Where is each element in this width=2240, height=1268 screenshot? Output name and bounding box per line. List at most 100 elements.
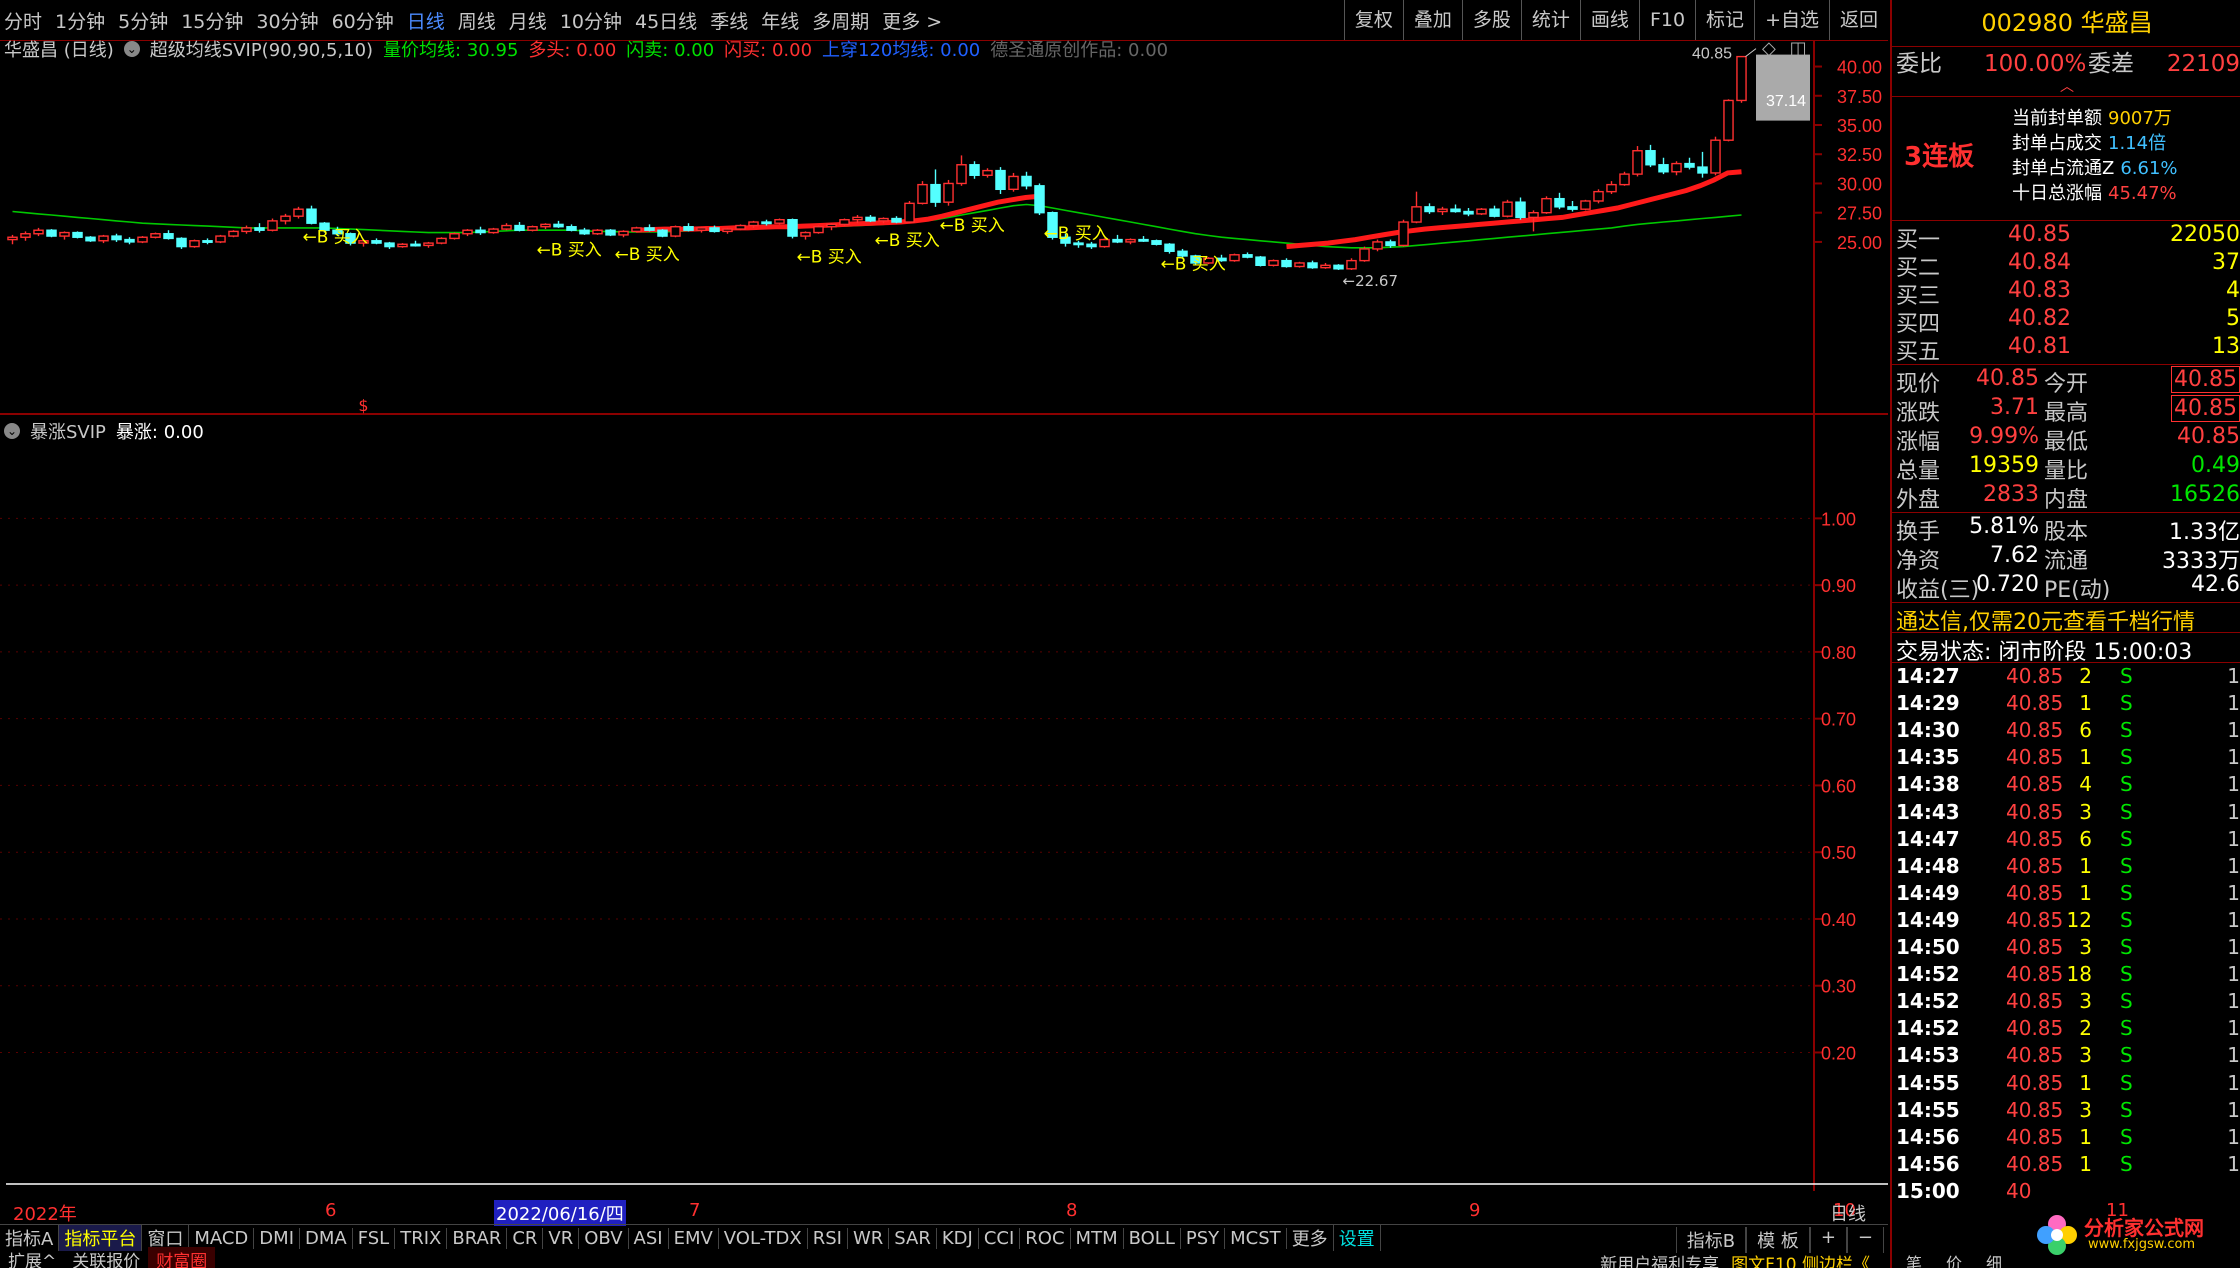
diamond-icon[interactable]: ◇ [1762,38,1776,59]
indicator-tab[interactable]: FSL [353,1227,396,1249]
indicator-tab[interactable]: 设置 [1334,1225,1381,1251]
collapse-up-icon[interactable]: ︿ [1892,80,2240,94]
tool-button[interactable]: 多股 [1461,0,1521,40]
tick-count: 1 [2227,1124,2240,1149]
indicator-tab[interactable]: CR [507,1227,544,1249]
indicator-tab[interactable]: MCST [1225,1227,1287,1249]
period-tab[interactable]: 更多 > [882,7,942,34]
bid-row[interactable]: 买二 40.84 37 [1892,250,2240,281]
bid-volume: 4 [2226,278,2240,303]
candle [982,169,993,176]
candle [1645,150,1656,166]
period-tab[interactable]: 季线 [710,7,748,34]
period-tab[interactable]: 1分钟 [55,7,105,34]
period-tab[interactable]: 周线 [458,7,496,34]
tool-button[interactable]: 标记 [1695,0,1754,40]
status-left-item[interactable]: 关联报价 [64,1247,148,1268]
event-marker[interactable]: $ [358,396,368,415]
tool-button[interactable]: 叠加 [1402,0,1462,40]
indicator-tab[interactable]: KDJ [937,1227,979,1249]
tick-count: 1 [2227,826,2240,851]
indicator-tab[interactable]: PSY [1181,1227,1226,1249]
tool-button[interactable]: +自选 [1754,0,1829,40]
tool-button[interactable]: 返回 [1828,0,1888,40]
stat-label-2: 最低 [2044,430,2089,455]
candle [1710,139,1721,174]
bid-volume: 22050 [2170,222,2240,247]
tick-price: 40.85 [2006,962,2064,987]
panel-tab[interactable]: 细 [1986,1250,2002,1268]
period-tab[interactable]: 分时 [4,7,42,34]
bid-row[interactable]: 买一 40.85 22050 [1892,222,2240,253]
candle [618,230,629,236]
candle [475,229,486,234]
date-axis-label: 2022年 [13,1204,77,1225]
period-tab[interactable]: 45日线 [635,7,697,34]
status-right-item[interactable]: 新用户福利专享 [1594,1255,1725,1268]
period-tab[interactable]: 30分钟 [256,7,318,34]
stat2-value-2: 3333万 [2162,549,2240,574]
tick-side: S [2120,745,2133,770]
period-tab[interactable]: 60分钟 [332,7,394,34]
indicator-tab[interactable]: WR [848,1227,890,1249]
tool-button[interactable]: F10 [1638,0,1695,40]
status-left-item[interactable]: 扩展^ [0,1247,64,1268]
indicator-tab[interactable]: 更多 [1287,1225,1334,1251]
indicator-tab[interactable]: TRIX [395,1227,448,1249]
indicator-tab[interactable]: VR [543,1227,580,1249]
tick-count: 1 [2227,1097,2240,1122]
chart-area[interactable]: 40.00 37.50 35.00 32.50 30.00 27.50 25.00 ←B 买入… [0,41,1888,1191]
candle [98,235,109,242]
panel-tab[interactable]: 价 [1946,1250,1962,1268]
indicator-tab[interactable]: MTM [1071,1227,1124,1249]
period-tab[interactable]: 年线 [761,7,799,34]
bid-row[interactable]: 买三 40.83 4 [1892,278,2240,309]
sub-indicator-name[interactable]: 暴涨SVIP [30,418,106,444]
bid-row[interactable]: 买五 40.81 13 [1892,334,2240,365]
status-left-item[interactable]: 财富圈 [148,1246,216,1268]
bid-row[interactable]: 买四 40.82 5 [1892,306,2240,337]
stat2-row: 收益(三) 0.720 PE(动) 42.6 [1892,572,2240,603]
period-tab[interactable]: 月线 [509,7,547,34]
indicator-tab[interactable]: BOLL [1124,1227,1181,1249]
indicator-tab[interactable]: DMA [300,1227,353,1249]
tool-button[interactable]: 统计 [1520,0,1580,40]
indicator-tab[interactable]: VOL-TDX [719,1227,808,1249]
indicator-tab[interactable]: SAR [889,1227,937,1249]
tool-button[interactable]: 画线 [1579,0,1639,40]
status-right-item[interactable]: 图文F10 侧边栏《 [1725,1255,1876,1268]
tick-side: S [2120,1097,2133,1122]
indicator-tab[interactable]: OBV [579,1227,629,1249]
period-tab[interactable]: 多周期 [812,7,869,34]
stat-label-2: 内盘 [2044,488,2089,513]
period-tab[interactable]: 日线 [407,7,445,34]
panel-tab[interactable]: 笔 [1906,1250,1922,1268]
indicator-tab[interactable]: DMI [254,1227,300,1249]
candle [1385,241,1396,247]
stat-label: 涨跌 [1896,401,1941,426]
period-tab[interactable]: 5分钟 [118,7,168,34]
tick-row: 14:35 40.85 1 S 1 [1892,745,2240,772]
indicator-tab[interactable]: EMV [669,1227,719,1249]
candle [644,227,655,231]
tick-row: 14:52 40.85 2 S 1 [1892,1016,2240,1043]
indicator-tab[interactable]: ROC [1020,1227,1071,1249]
candle [1528,211,1539,219]
tick-count: 1 [2227,718,2240,743]
indicator-tab[interactable]: CCI [979,1227,1021,1249]
indicator-tab[interactable]: BRAR [447,1227,508,1249]
period-tab[interactable]: 15分钟 [181,7,243,34]
indicator-tab[interactable]: MACD [189,1227,255,1249]
window-icon[interactable]: ◫ [1790,38,1807,59]
indicator-tab[interactable]: RSI [808,1227,848,1249]
indicator-name[interactable]: 超级均线SVIP(90,90,5,10) [150,36,373,62]
legend-item: 闪卖: 0.00 [626,40,714,61]
collapse-icon[interactable]: ⌄ [123,41,140,57]
tool-button[interactable]: 复权 [1343,0,1403,40]
tick-count: 1 [2227,664,2240,688]
collapse-icon[interactable]: ⌄ [4,423,20,439]
period-tab[interactable]: 10分钟 [560,7,622,34]
indicator-tab[interactable]: ASI [629,1227,669,1249]
candle [800,231,811,237]
kline-chart-svg[interactable]: 40.00 37.50 35.00 32.50 30.00 27.50 25.00 ←B 买入… [0,41,1888,1191]
